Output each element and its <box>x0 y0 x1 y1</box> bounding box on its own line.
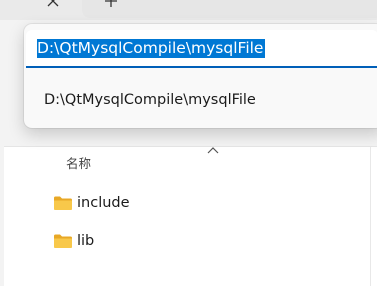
folder-icon <box>54 196 72 210</box>
folder-icon <box>54 234 72 248</box>
address-suggestion-item[interactable]: D:\QtMysqlCompile\mysqlFile <box>24 76 377 124</box>
address-suggestion-label: D:\QtMysqlCompile\mysqlFile <box>44 92 256 108</box>
address-bar-dropdown: D:\QtMysqlCompile\mysqlFile D:\QtMysqlCo… <box>24 24 377 128</box>
address-input[interactable]: D:\QtMysqlCompile\mysqlFile <box>26 30 377 68</box>
tab-strip <box>0 0 377 20</box>
close-icon[interactable] <box>46 0 60 8</box>
sort-chevron-up-icon[interactable] <box>206 145 220 155</box>
column-header-name[interactable]: 名称 <box>66 156 91 172</box>
file-row-lib[interactable]: lib <box>4 226 364 256</box>
address-input-value: D:\QtMysqlCompile\mysqlFile <box>37 39 266 58</box>
file-name: include <box>77 195 130 211</box>
file-list-pane: 名称 include lib <box>4 146 377 286</box>
file-name: lib <box>77 233 95 249</box>
file-row-include[interactable]: include <box>4 188 364 218</box>
new-tab-button[interactable] <box>84 0 144 18</box>
pane-divider <box>370 147 371 286</box>
plus-icon <box>105 0 117 7</box>
